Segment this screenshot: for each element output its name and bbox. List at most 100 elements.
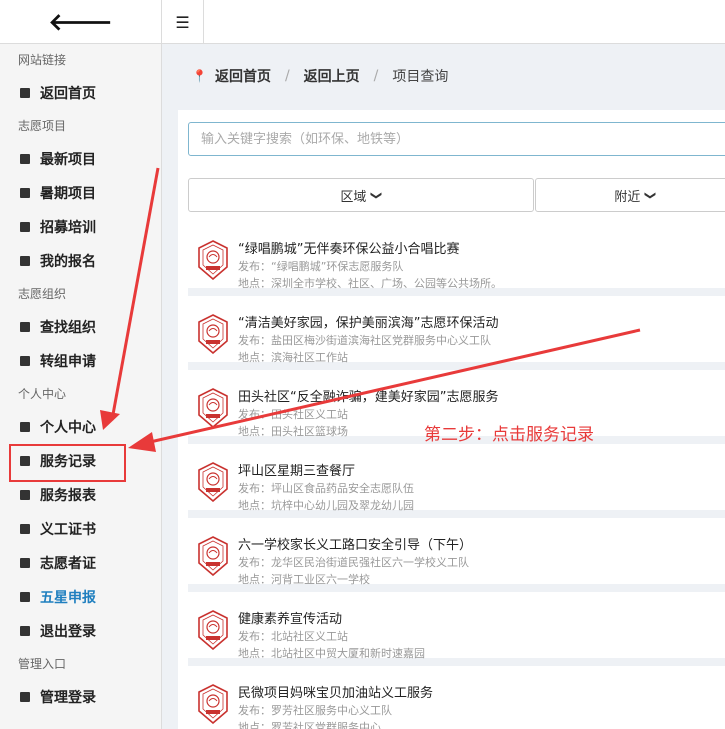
project-list-item[interactable]: 六一学校家长义工路口安全引导（下午） 发布：龙华区民治街道民强社区六一学校义工队地…: [188, 526, 725, 592]
sidebar-section-title: 志愿组织: [18, 287, 67, 301]
sidebar: 🡐 网站链接 返回首页 志愿项目 最新项目 暑期项目 招募培训 我的报名 志愿组…: [0, 0, 162, 729]
project-title: 田头社区“反全融诈骗，建美好家园”志愿服务: [238, 390, 499, 405]
bullet-icon: [20, 456, 30, 466]
bullet-icon: [20, 222, 30, 232]
sidebar-item-volunteer-card[interactable]: 志愿者证: [0, 546, 161, 580]
bullet-icon: [20, 256, 30, 266]
breadcrumb-back-link[interactable]: 返回上页: [304, 66, 360, 86]
sidebar-item-label: 招募培训: [40, 220, 96, 236]
topbar: ☰: [162, 0, 725, 44]
sidebar-item-service-report[interactable]: 服务报表: [0, 478, 161, 512]
volunteer-logo-icon: [198, 684, 228, 725]
sidebar-item-label: 服务报表: [40, 488, 96, 504]
sidebar-header: 🡐: [0, 0, 161, 44]
volunteer-logo-icon: [198, 536, 228, 577]
volunteer-logo-icon: [198, 240, 228, 281]
project-location: 地点：滨海社区工作站: [238, 351, 348, 364]
sidebar-item-label: 最新项目: [40, 152, 96, 168]
breadcrumb-home-link[interactable]: 返回首页: [215, 66, 271, 86]
sidebar-item-find-org[interactable]: 查找组织: [0, 310, 161, 344]
sidebar-item-label: 志愿者证: [40, 556, 96, 572]
sidebar-item-transfer-org[interactable]: 转组申请: [0, 344, 161, 378]
project-location: 地点：罗芳社区党群服务中心: [238, 721, 381, 729]
project-publisher: 发布：北站社区义工站: [238, 630, 348, 643]
bullet-icon: [20, 692, 30, 702]
bullet-icon: [20, 188, 30, 198]
sidebar-item-label: 暑期项目: [40, 186, 96, 202]
bullet-icon: [20, 524, 30, 534]
sidebar-item-label: 管理登录: [40, 690, 96, 706]
sidebar-section-title: 管理入口: [18, 657, 67, 671]
sidebar-item-home[interactable]: 返回首页: [0, 76, 161, 110]
sidebar-section-title: 个人中心: [18, 387, 67, 401]
sidebar-item-label: 义工证书: [40, 522, 96, 538]
sidebar-item-label: 退出登录: [40, 624, 96, 640]
project-publisher: 发布：罗芳社区服务中心义工队: [238, 704, 392, 717]
sidebar-item-personal-center[interactable]: 个人中心: [0, 410, 161, 444]
project-title: “清洁美好家园，保护美丽滨海”志愿环保活动: [238, 316, 499, 331]
sidebar-item-label: 五星申报: [40, 590, 96, 606]
nearby-filter-label: 附近: [614, 189, 641, 205]
bullet-icon: [20, 422, 30, 432]
breadcrumb: 📍 返回首页 / 返回上页 / 项目查询: [178, 56, 725, 96]
sidebar-item-summer-projects[interactable]: 暑期项目: [0, 176, 161, 210]
location-pin-icon: 📍: [192, 69, 207, 83]
sidebar-item-label: 返回首页: [40, 86, 96, 102]
volunteer-logo-icon: [198, 462, 228, 503]
volunteer-logo-icon: [198, 610, 228, 651]
annotation-step-note: 第二步：点击服务记录: [424, 425, 594, 445]
bullet-icon: [20, 558, 30, 568]
bullet-icon: [20, 154, 30, 164]
project-publisher: 发布：田头社区义工站: [238, 408, 348, 421]
hamburger-menu-icon[interactable]: ☰: [162, 0, 204, 44]
volunteer-logo-icon: [198, 388, 228, 429]
region-filter-label: 区域: [340, 189, 367, 205]
sidebar-item-label: 我的报名: [40, 254, 96, 270]
volunteer-logo-icon: [198, 314, 228, 355]
sidebar-item-admin-login[interactable]: 管理登录: [0, 680, 161, 714]
project-title: 六一学校家长义工路口安全引导（下午）: [238, 538, 473, 553]
project-publisher: 发布：“绿唱鹏城”环保志愿服务队: [238, 260, 404, 273]
sidebar-section-title: 志愿项目: [18, 119, 67, 133]
project-list-item[interactable]: 民微项目妈咪宝贝加油站义工服务 发布：罗芳社区服务中心义工队地点：罗芳社区党群服务…: [188, 674, 725, 729]
project-title: 坪山区星期三查餐厅: [238, 464, 356, 479]
chevron-down-icon: ❯: [644, 190, 658, 200]
sidebar-item-label: 服务记录: [40, 454, 96, 470]
sidebar-item-latest-projects[interactable]: 最新项目: [0, 142, 161, 176]
sidebar-item-service-records[interactable]: 服务记录: [0, 444, 161, 482]
project-list-item[interactable]: 健康素养宣传活动 发布：北站社区义工站地点：北站社区中贸大厦和新时速嘉园: [188, 600, 725, 666]
breadcrumb-separator: /: [284, 68, 290, 84]
bullet-icon: [20, 626, 30, 636]
sidebar-section-title: 网站链接: [18, 53, 67, 67]
project-list-item[interactable]: “清洁美好家园，保护美丽滨海”志愿环保活动 发布：盐田区梅沙街道滨海社区党群服务中…: [188, 304, 725, 370]
sidebar-item-my-registrations[interactable]: 我的报名: [0, 244, 161, 278]
project-list-item[interactable]: “绿唱鹏城”无伴奏环保公益小合唱比赛 发布：“绿唱鹏城”环保志愿服务队 地点：深圳全…: [188, 230, 725, 296]
project-publisher: 发布：龙华区民治街道民强社区六一学校义工队: [238, 556, 469, 569]
bullet-icon: [20, 88, 30, 98]
nearby-filter-button[interactable]: 附近 ❯: [535, 178, 725, 212]
project-title: 民微项目妈咪宝贝加油站义工服务: [238, 686, 434, 701]
project-publisher: 发布：坪山区食品药品安全志愿队伍: [238, 482, 414, 495]
bullet-icon: [20, 322, 30, 332]
project-location: 地点：河背工业区六一学校: [238, 573, 370, 586]
sidebar-item-volunteer-certificate[interactable]: 义工证书: [0, 512, 161, 546]
region-filter-button[interactable]: 区域 ❯: [188, 178, 534, 212]
sidebar-item-five-star[interactable]: 五星申报: [0, 580, 161, 614]
bullet-icon: [20, 490, 30, 500]
chevron-down-icon: ❯: [370, 190, 384, 200]
project-list-item[interactable]: 坪山区星期三查餐厅发布：坪山区食品药品安全志愿队伍 地点：坑梓中心幼儿园及翠龙幼儿…: [188, 452, 725, 518]
sidebar-item-logout[interactable]: 退出登录: [0, 614, 161, 648]
project-location: 地点：坑梓中心幼儿园及翠龙幼儿园: [238, 499, 414, 512]
back-arrow-icon[interactable]: 🡐: [48, 10, 112, 34]
bullet-icon: [20, 356, 30, 366]
project-publisher: 发布：盐田区梅沙街道滨海社区党群服务中心义工队: [238, 334, 491, 347]
project-location: 地点：北站社区中贸大厦和新时速嘉园: [238, 647, 425, 660]
search-input[interactable]: [188, 122, 725, 156]
project-title: 健康素养宣传活动: [238, 612, 343, 627]
sidebar-item-recruit-training[interactable]: 招募培训: [0, 210, 161, 244]
breadcrumb-current: 项目查询: [392, 69, 449, 85]
project-location: 地点：田头社区篮球场: [238, 425, 348, 438]
project-location: 地点：深圳全市学校、社区、广场、公园等公共场所。: [238, 277, 502, 290]
sidebar-item-label: 个人中心: [40, 420, 96, 436]
bullet-icon: [20, 592, 30, 602]
